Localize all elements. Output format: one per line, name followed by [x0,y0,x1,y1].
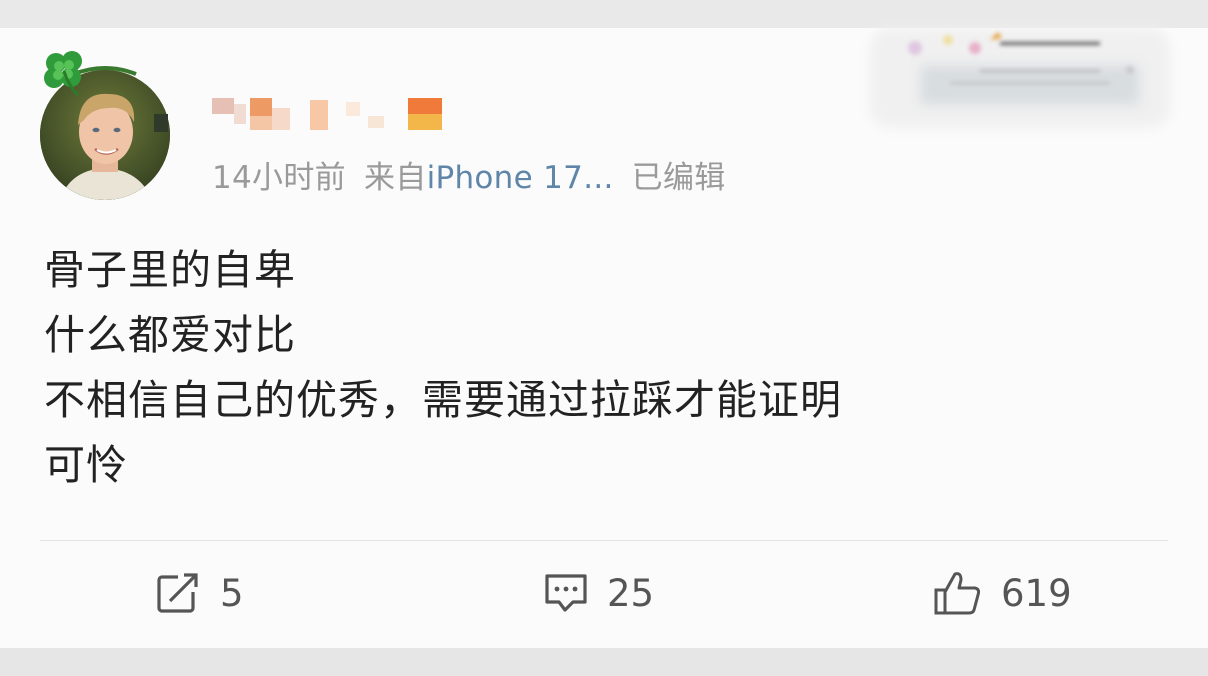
post-meta: 14小时前 来自iPhone 17... 已编辑 [212,152,726,197]
repost-icon [157,572,202,613]
post-time: 14小时前 [212,160,346,196]
clover-pendant-icon [44,51,82,97]
decorative-sticker-image [870,28,1170,128]
bottom-strip [0,648,1208,676]
comment-button[interactable]: 25 [543,568,654,618]
thumbs-up-icon [934,572,981,615]
like-button[interactable]: 619 [933,568,1072,618]
username-blurred[interactable] [212,96,452,134]
like-count: 619 [1001,571,1072,615]
comment-count: 25 [607,571,655,615]
post-text-line: 什么都爱对比 [44,311,296,359]
repost-count: 5 [220,571,244,615]
source-device-link[interactable]: iPhone 17... [427,160,614,196]
edited-label[interactable]: 已编辑 [632,160,726,196]
action-bar-divider [40,540,1168,541]
post-text-line: 骨子里的自卑 [44,246,296,294]
repost-button[interactable]: 5 [156,568,244,618]
pendant-badge-icon [154,114,168,132]
source-prefix: 来自 [363,160,427,196]
post-text-line: 不相信自己的优秀，需要通过拉踩才能证明 [44,376,842,424]
post-content: 骨子里的自卑 什么都爱对比 不相信自己的优秀，需要通过拉踩才能证明 可怜 [44,238,842,498]
post-text-line: 可怜 [44,441,128,489]
comment-icon [545,574,587,612]
